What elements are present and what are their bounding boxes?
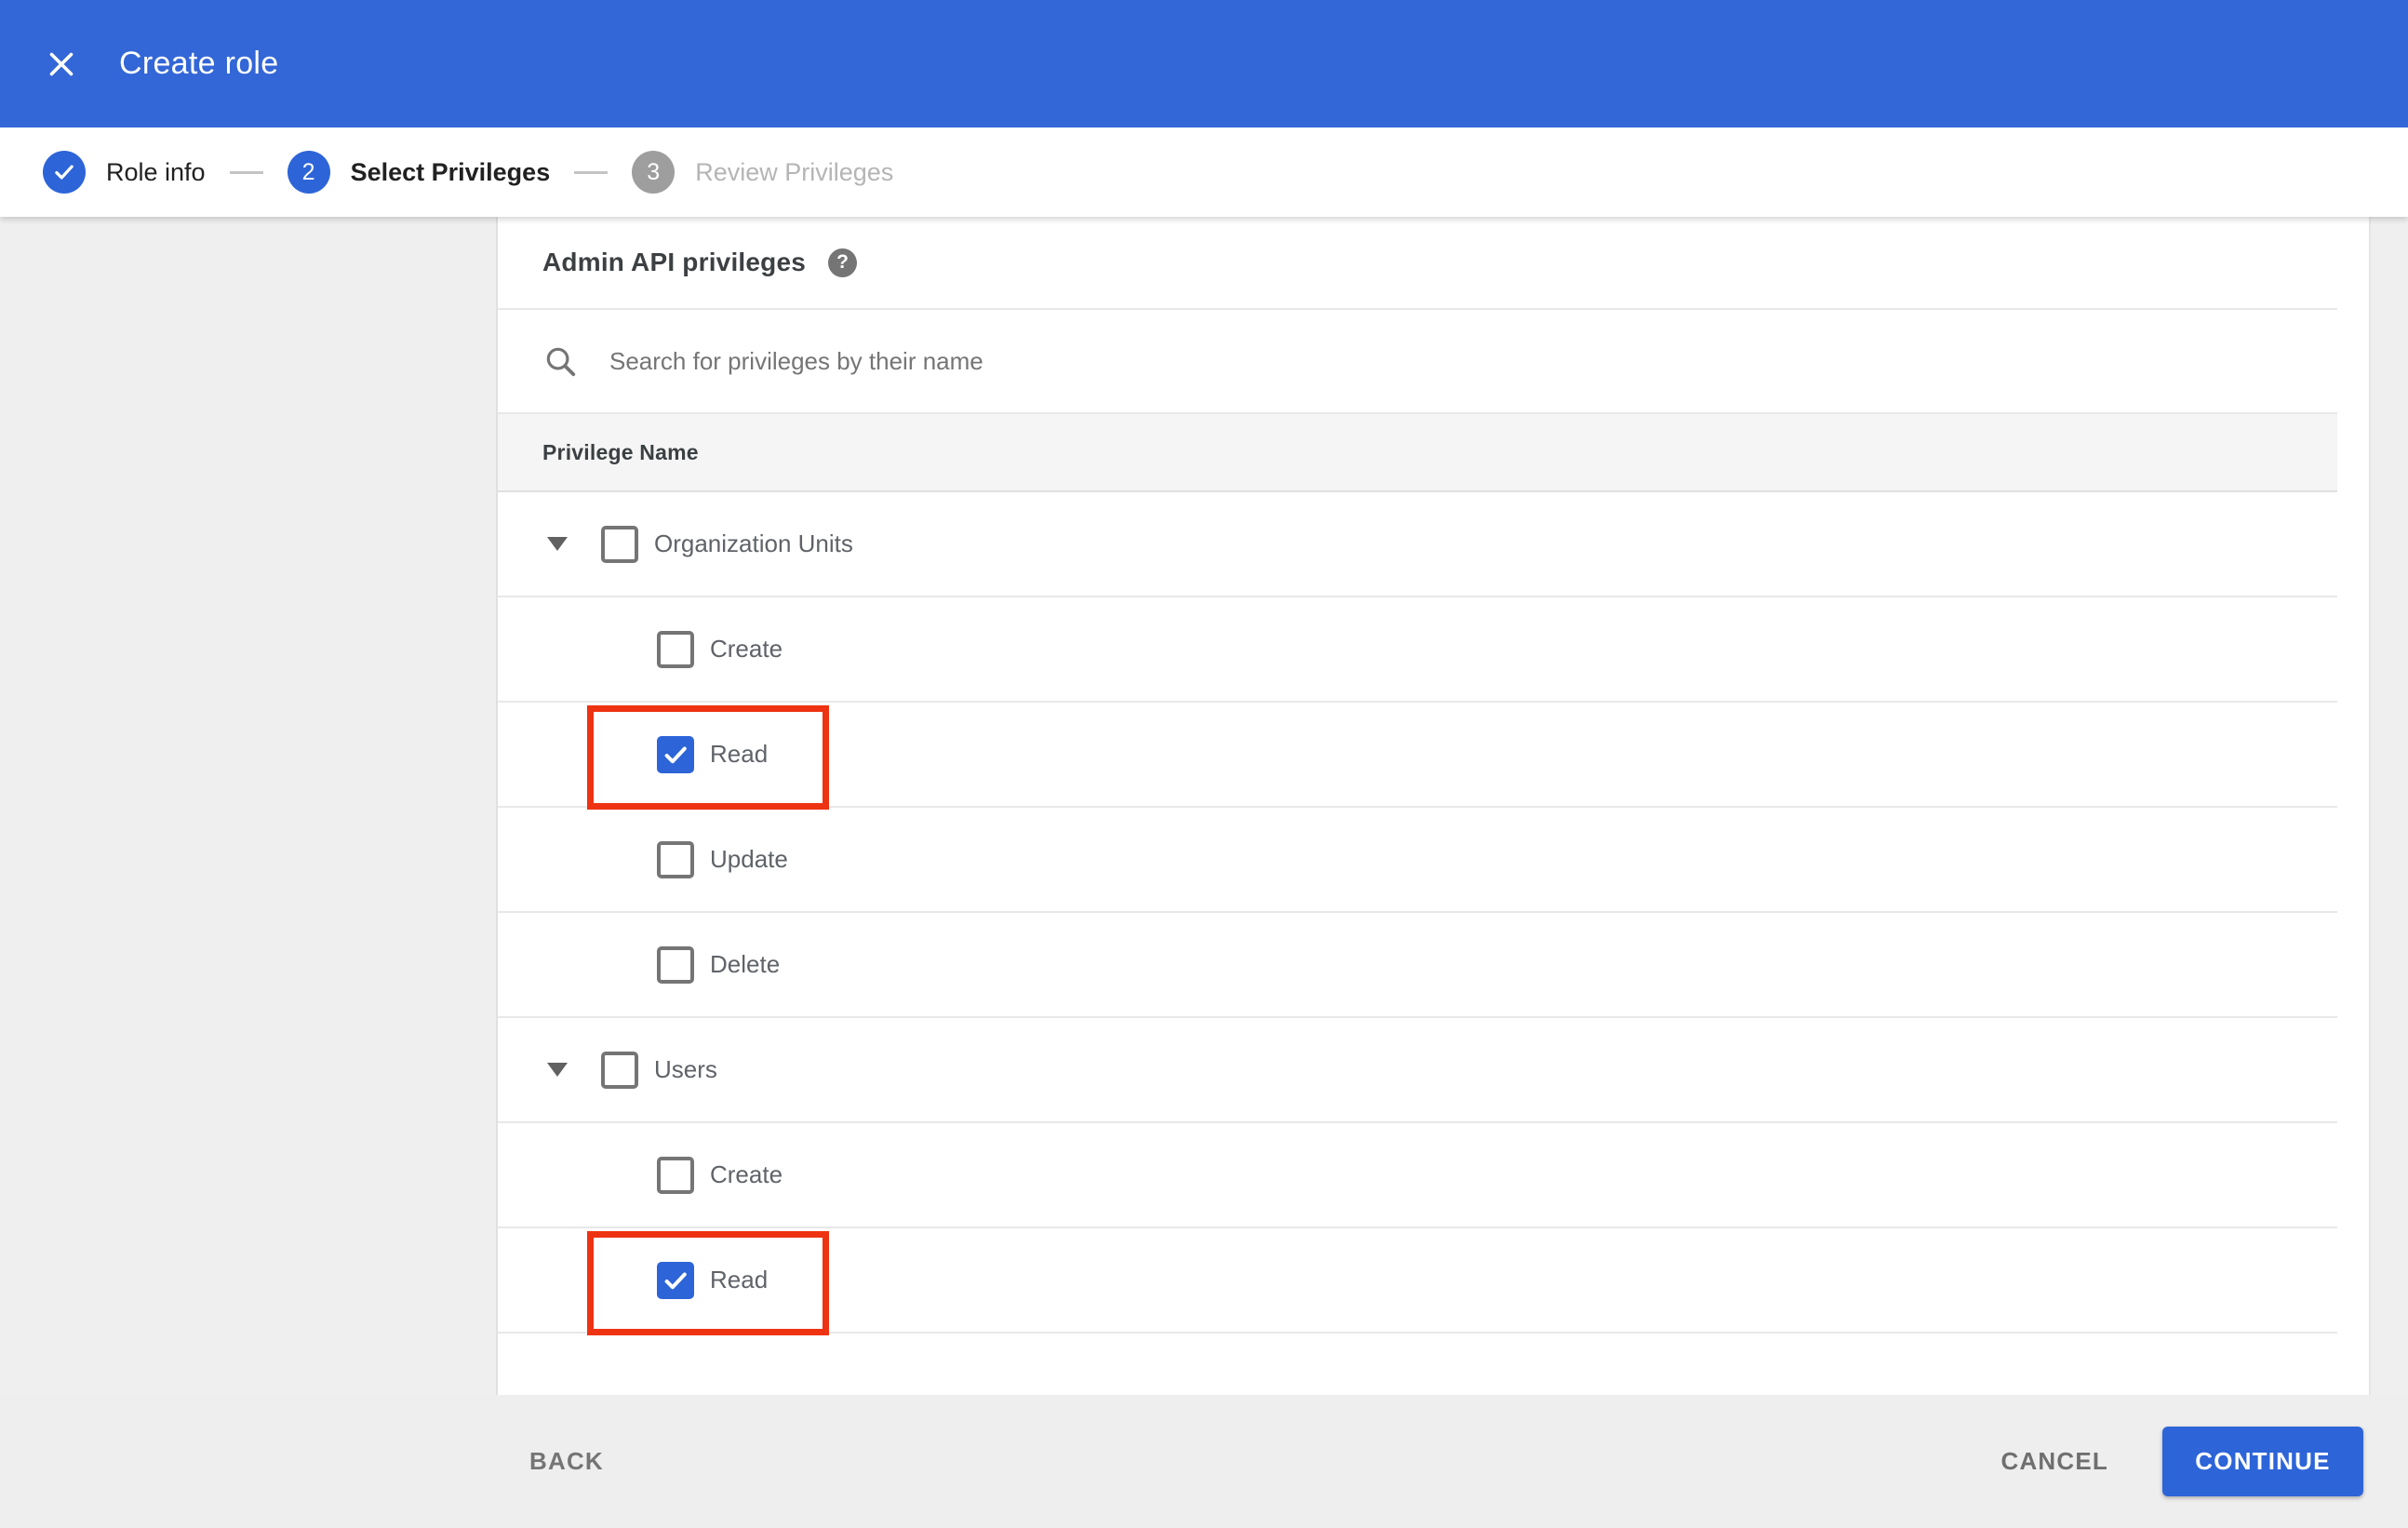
privilege-label: Organization Units <box>654 529 853 557</box>
annotation-red-box <box>587 1231 829 1335</box>
privilege-group-row-users: Users <box>498 1018 2337 1123</box>
privilege-label: Create <box>710 635 783 663</box>
users-checkbox[interactable] <box>601 1051 638 1089</box>
step-number-circle: 2 <box>287 151 330 194</box>
privilege-row-users-read: Read <box>498 1228 2337 1335</box>
privilege-row-users-create: Create <box>498 1123 2337 1228</box>
read-checkbox[interactable] <box>657 1261 694 1299</box>
privilege-label: Read <box>710 1266 769 1293</box>
step-role-info[interactable]: Role info <box>43 151 206 194</box>
privileges-panel: Admin API privileges ? Privilege Name Or… <box>498 217 2369 1395</box>
check-icon <box>55 165 74 180</box>
delete-checkbox[interactable] <box>657 945 694 984</box>
check-icon <box>664 1272 687 1289</box>
step-check-circle <box>43 151 86 194</box>
stepper: Role info 2 Select Privileges 3 Review P… <box>0 127 2408 217</box>
search-input[interactable] <box>608 345 2003 377</box>
create-role-dialog: { "app_bar": { "title": "Create role" },… <box>0 0 2408 1528</box>
content-region: Admin API privileges ? Privilege Name Or… <box>0 217 2408 1395</box>
privilege-row-organization-units-read: Read <box>498 703 2337 810</box>
footer-bar: BACK CANCEL CONTINUE <box>0 1395 2408 1528</box>
table-column-header: Privilege Name <box>498 414 2337 492</box>
privilege-row-organization-units-delete: Delete <box>498 913 2337 1018</box>
panel-heading: Admin API privileges <box>542 248 807 276</box>
check-icon <box>664 746 687 763</box>
annotation-red-box <box>587 705 829 810</box>
collapse-triangle-icon[interactable] <box>547 537 568 551</box>
create-checkbox[interactable] <box>657 630 694 668</box>
collapse-triangle-icon[interactable] <box>547 1063 568 1077</box>
privilege-label: Update <box>710 845 788 873</box>
update-checkbox[interactable] <box>657 840 694 878</box>
privilege-label: Delete <box>710 950 781 978</box>
step-connector <box>229 170 263 174</box>
step-label: Select Privileges <box>350 157 551 186</box>
organization-units-checkbox[interactable] <box>601 525 638 563</box>
privilege-group-row-organization-units: Organization Units <box>498 492 2337 597</box>
left-background-panel <box>0 217 498 1395</box>
app-bar: Create role <box>0 0 2408 127</box>
privilege-label: Read <box>710 740 769 768</box>
back-button[interactable]: BACK <box>522 1432 611 1491</box>
privilege-search-row <box>498 310 2337 414</box>
dialog-title: Create role <box>119 46 279 81</box>
step-number-circle: 3 <box>632 151 676 194</box>
privilege-rows: Organization Units Create Read Update Delete… <box>498 492 2337 1335</box>
search-icon <box>546 347 576 377</box>
create-checkbox[interactable] <box>657 1156 694 1194</box>
close-icon[interactable] <box>41 44 82 85</box>
privilege-label: Users <box>654 1055 717 1083</box>
right-background-strip <box>2369 217 2408 1395</box>
privilege-label: Create <box>710 1160 783 1188</box>
step-label: Review Privileges <box>695 157 894 186</box>
step-label: Role info <box>106 157 206 186</box>
privileges-table: Admin API privileges ? Privilege Name Or… <box>498 217 2337 1335</box>
panel-heading-row: Admin API privileges ? <box>498 217 2337 310</box>
privilege-row-organization-units-create: Create <box>498 597 2337 703</box>
help-icon[interactable]: ? <box>828 248 858 277</box>
step-connector <box>574 170 609 174</box>
cancel-button[interactable]: CANCEL <box>1993 1432 2116 1491</box>
read-checkbox[interactable] <box>657 735 694 773</box>
step-review-privileges[interactable]: 3 Review Privileges <box>632 151 893 194</box>
step-select-privileges[interactable]: 2 Select Privileges <box>287 151 551 194</box>
privilege-row-organization-units-update: Update <box>498 808 2337 913</box>
continue-button[interactable]: CONTINUE <box>2162 1427 2363 1496</box>
